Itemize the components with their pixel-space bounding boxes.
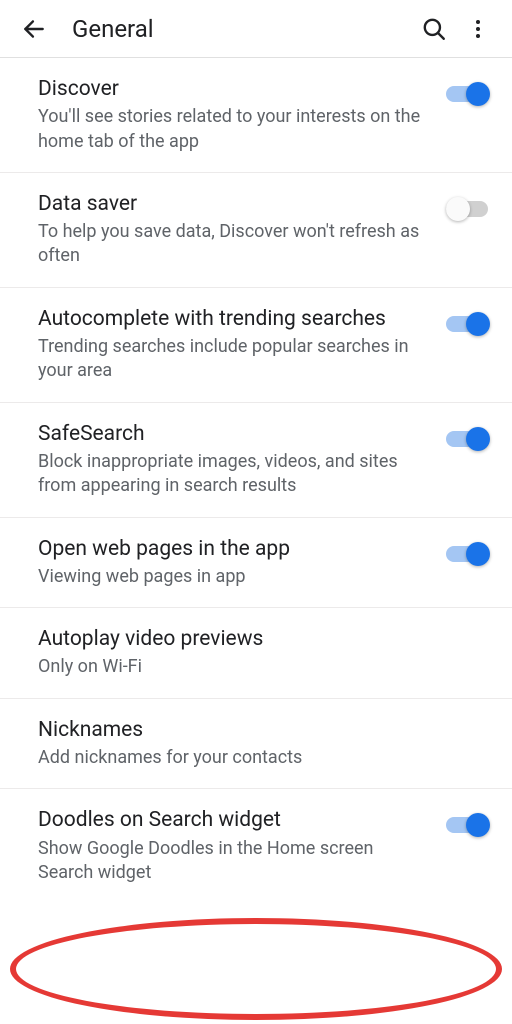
setting-title: Autoplay video previews: [38, 626, 468, 653]
setting-data-saver[interactable]: Data saver To help you save data, Discov…: [0, 173, 512, 288]
setting-discover[interactable]: Discover You'll see stories related to y…: [0, 58, 512, 173]
setting-open-in-app[interactable]: Open web pages in the app Viewing web pa…: [0, 518, 512, 609]
setting-text: Doodles on Search widget Show Google Doo…: [38, 807, 446, 885]
setting-text: Nicknames Add nicknames for your contact…: [38, 717, 488, 771]
annotation-highlight: [10, 918, 502, 1020]
setting-text: SafeSearch Block inappropriate images, v…: [38, 421, 446, 499]
search-button[interactable]: [412, 7, 456, 51]
setting-title: Doodles on Search widget: [38, 807, 426, 834]
toggle-doodles[interactable]: [446, 815, 488, 835]
setting-text: Discover You'll see stories related to y…: [38, 76, 446, 154]
setting-desc: Trending searches include popular search…: [38, 335, 426, 384]
overflow-menu-button[interactable]: [456, 7, 500, 51]
search-icon: [421, 16, 447, 42]
toggle-open-in-app[interactable]: [446, 544, 488, 564]
setting-text: Open web pages in the app Viewing web pa…: [38, 536, 446, 590]
setting-title: Autocomplete with trending searches: [38, 306, 426, 333]
toggle-thumb: [466, 82, 490, 106]
toggle-thumb: [446, 197, 470, 221]
toggle-safesearch[interactable]: [446, 429, 488, 449]
setting-text: Autocomplete with trending searches Tren…: [38, 306, 446, 384]
settings-list: Discover You'll see stories related to y…: [0, 58, 512, 903]
setting-desc: Only on Wi-Fi: [38, 655, 468, 679]
toggle-thumb: [466, 813, 490, 837]
toggle-data-saver[interactable]: [446, 199, 488, 219]
toggle-thumb: [466, 312, 490, 336]
toggle-thumb: [466, 542, 490, 566]
setting-desc: Show Google Doodles in the Home screen S…: [38, 837, 426, 886]
setting-desc: Block inappropriate images, videos, and …: [38, 450, 426, 499]
toggle-discover[interactable]: [446, 84, 488, 104]
more-vert-icon: [466, 17, 490, 41]
setting-safesearch[interactable]: SafeSearch Block inappropriate images, v…: [0, 403, 512, 518]
page-title: General: [72, 15, 412, 43]
arrow-left-icon: [21, 16, 47, 42]
setting-doodles-widget[interactable]: Doodles on Search widget Show Google Doo…: [0, 789, 512, 903]
setting-title: Discover: [38, 76, 426, 103]
app-header: General: [0, 0, 512, 58]
setting-title: Nicknames: [38, 717, 468, 744]
back-button[interactable]: [12, 7, 56, 51]
setting-nicknames[interactable]: Nicknames Add nicknames for your contact…: [0, 699, 512, 790]
setting-text: Data saver To help you save data, Discov…: [38, 191, 446, 269]
toggle-thumb: [466, 427, 490, 451]
toggle-autocomplete[interactable]: [446, 314, 488, 334]
setting-autoplay-video[interactable]: Autoplay video previews Only on Wi-Fi: [0, 608, 512, 699]
setting-title: Open web pages in the app: [38, 536, 426, 563]
setting-desc: Viewing web pages in app: [38, 565, 426, 589]
setting-autocomplete-trending[interactable]: Autocomplete with trending searches Tren…: [0, 288, 512, 403]
setting-desc: You'll see stories related to your inter…: [38, 105, 426, 154]
setting-title: Data saver: [38, 191, 426, 218]
setting-title: SafeSearch: [38, 421, 426, 448]
setting-desc: Add nicknames for your contacts: [38, 746, 468, 770]
setting-text: Autoplay video previews Only on Wi-Fi: [38, 626, 488, 680]
setting-desc: To help you save data, Discover won't re…: [38, 220, 426, 269]
